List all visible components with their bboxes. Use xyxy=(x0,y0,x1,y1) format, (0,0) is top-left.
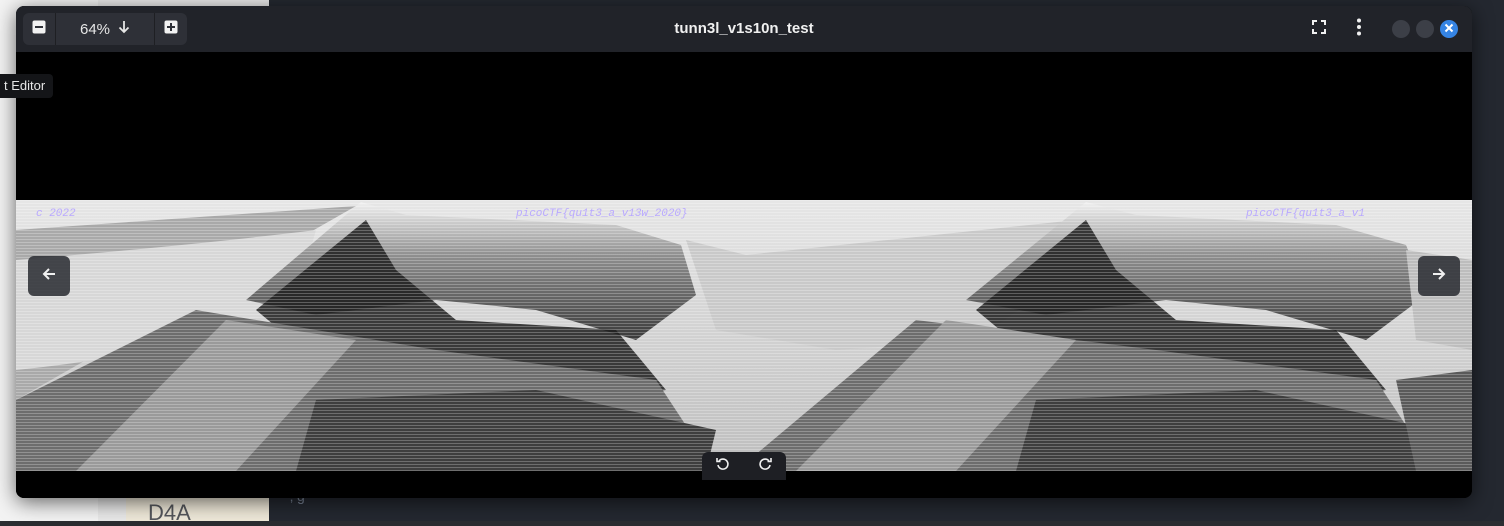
more-options-button[interactable] xyxy=(1343,13,1375,45)
maximize-button[interactable] xyxy=(1416,20,1434,38)
rotate-toolbar xyxy=(702,452,786,480)
zoom-level-value: 64% xyxy=(79,20,111,38)
fullscreen-icon xyxy=(1312,19,1326,39)
watermark-right: picoCTF{qu1t3_a_v1 xyxy=(1245,208,1365,220)
minimize-button[interactable] xyxy=(1392,20,1410,38)
image-canvas: c 2022 picoCTF{qu1t3_a_v13w_2020} picoCT… xyxy=(16,52,1472,498)
arrow-down-icon xyxy=(118,20,130,38)
background-tooltip: t Editor xyxy=(0,74,54,98)
zoom-out-button[interactable] xyxy=(23,13,55,45)
close-button[interactable] xyxy=(1440,20,1458,38)
zoom-level-dropdown[interactable]: 64% xyxy=(56,13,154,45)
plus-icon xyxy=(164,20,178,39)
arrow-left-icon xyxy=(42,267,56,286)
displayed-image: c 2022 picoCTF{qu1t3_a_v13w_2020} picoCT… xyxy=(16,200,1472,471)
minus-icon xyxy=(32,20,46,39)
more-vertical-icon xyxy=(1356,18,1362,41)
zoom-in-button[interactable] xyxy=(155,13,187,45)
header-bar: 64% tunn3l_v1s10n_test xyxy=(16,6,1472,52)
rotate-left-icon xyxy=(716,457,730,476)
image-viewer-window: 64% tunn3l_v1s10n_test c 2022 picoCTF{qu… xyxy=(16,6,1472,498)
fullscreen-button[interactable] xyxy=(1303,13,1335,45)
landscape-image: c 2022 picoCTF{qu1t3_a_v13w_2020} picoCT… xyxy=(16,200,1472,471)
zoom-control-group: 64% xyxy=(23,13,187,45)
background-fragment-text: D4A xyxy=(148,500,191,525)
watermark-mid: picoCTF{qu1t3_a_v13w_2020} xyxy=(515,208,688,220)
previous-image-button[interactable] xyxy=(28,256,70,296)
rotate-left-button[interactable] xyxy=(702,452,744,480)
arrow-right-icon xyxy=(1432,267,1446,286)
rotate-right-button[interactable] xyxy=(744,452,786,480)
watermark-left: c 2022 xyxy=(36,208,76,220)
close-icon xyxy=(1444,20,1454,38)
window-title: tunn3l_v1s10n_test xyxy=(674,20,814,37)
next-image-button[interactable] xyxy=(1418,256,1460,296)
rotate-right-icon xyxy=(758,457,772,476)
